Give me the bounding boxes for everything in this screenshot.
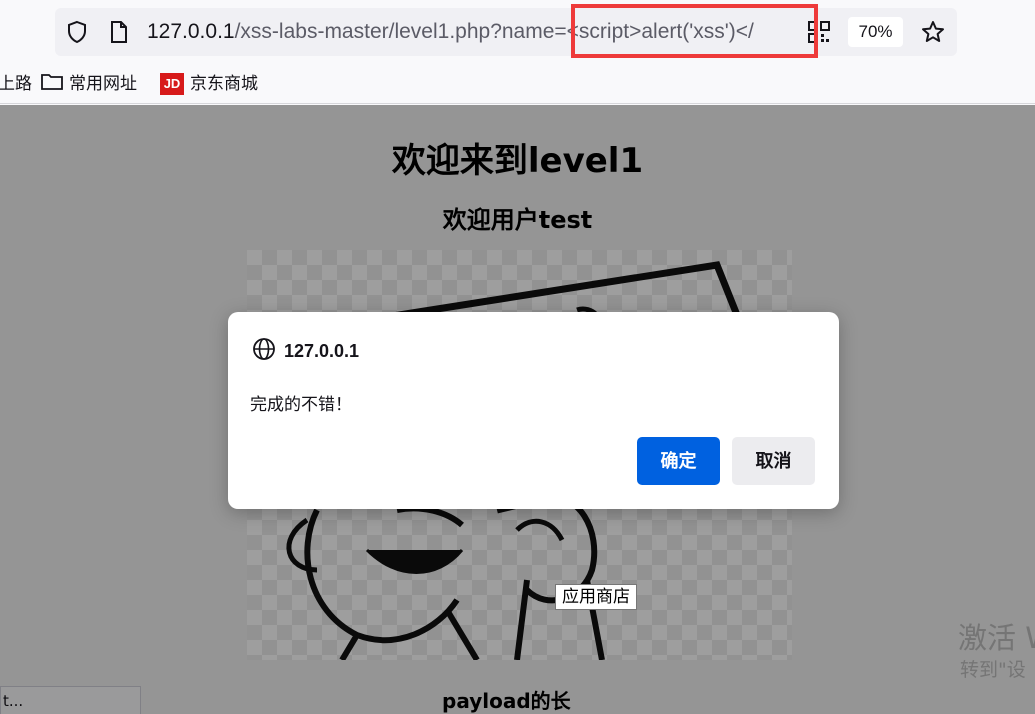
bookmark-label: 京东商城 xyxy=(190,74,258,93)
bookmarks-bar: 上路 常用网址 JD 京东商城 xyxy=(0,66,1035,104)
alert-dialog: 127.0.0.1 完成的不错！ 确定 取消 xyxy=(228,312,839,509)
dialog-origin: 127.0.0.1 xyxy=(284,341,360,361)
browser-toolbar: 127.0.0.1/xss-labs-master/level1.php?nam… xyxy=(0,0,1035,66)
shield-icon[interactable] xyxy=(65,20,89,44)
page-icon xyxy=(107,20,131,44)
dialog-message: 完成的不错！ xyxy=(250,395,352,415)
url-host: 127.0.0.1 xyxy=(147,20,235,43)
bookmark-label: 上路 xyxy=(0,74,32,93)
bookmark-item[interactable]: 上路 xyxy=(0,72,32,96)
address-bar[interactable]: 127.0.0.1/xss-labs-master/level1.php?nam… xyxy=(55,8,957,56)
jd-logo-icon: JD xyxy=(160,73,184,95)
tooltip: 应用商店 xyxy=(555,584,637,610)
folder-icon xyxy=(41,72,63,97)
globe-icon xyxy=(252,337,276,366)
zoom-indicator[interactable]: 70% xyxy=(848,17,903,47)
bookmark-item[interactable]: JD 京东商城 xyxy=(160,72,258,96)
highlight-box xyxy=(571,4,818,58)
bookmark-label: 常用网址 xyxy=(69,74,137,93)
dialog-header: 127.0.0.1 xyxy=(252,337,359,366)
ok-button[interactable]: 确定 xyxy=(637,437,720,485)
bookmark-folder[interactable]: 常用网址 xyxy=(41,72,137,96)
star-icon[interactable] xyxy=(921,20,945,44)
cancel-button[interactable]: 取消 xyxy=(732,437,815,485)
